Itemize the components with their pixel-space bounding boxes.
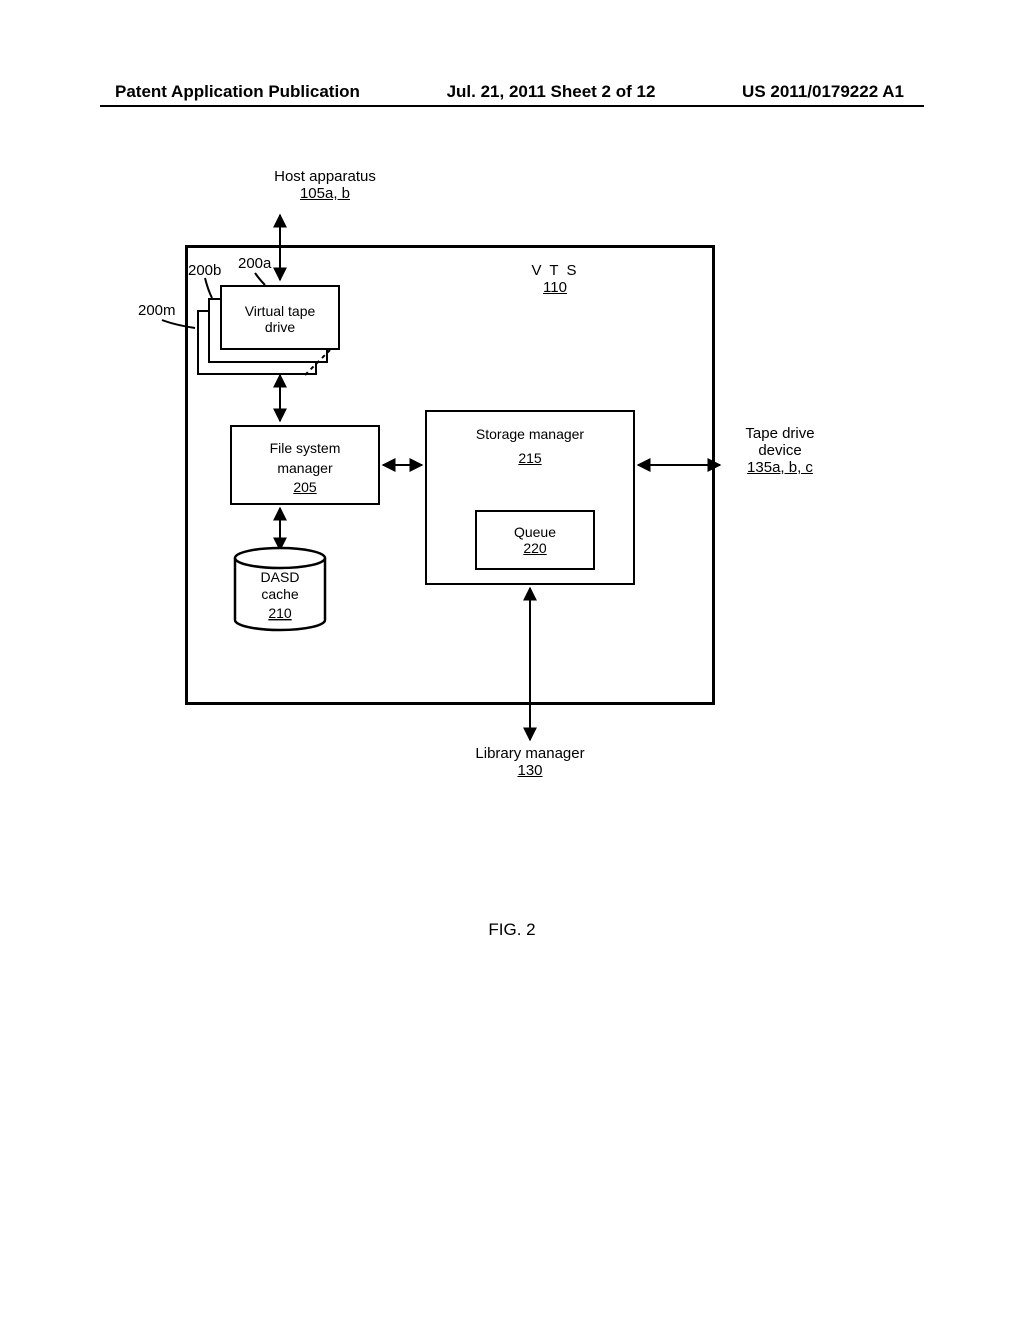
header-mid: Jul. 21, 2011 Sheet 2 of 12 xyxy=(447,82,656,102)
header-right: US 2011/0179222 A1 xyxy=(742,82,904,102)
diagram: Host apparatus 105a, b V T S 110 Tape dr… xyxy=(100,150,924,950)
dasd-ref: 210 xyxy=(268,605,292,621)
dasd-text-2: cache xyxy=(261,586,299,602)
header-left: Patent Application Publication xyxy=(115,82,360,102)
figure-label: FIG. 2 xyxy=(0,920,1024,940)
dasd-cylinder: DASD cache 210 xyxy=(235,548,325,630)
header-rule xyxy=(100,105,924,107)
dasd-text-1: DASD xyxy=(261,569,300,585)
page-header: Patent Application Publication Jul. 21, … xyxy=(0,82,1024,102)
diagram-svg: DASD cache 210 xyxy=(100,150,924,950)
